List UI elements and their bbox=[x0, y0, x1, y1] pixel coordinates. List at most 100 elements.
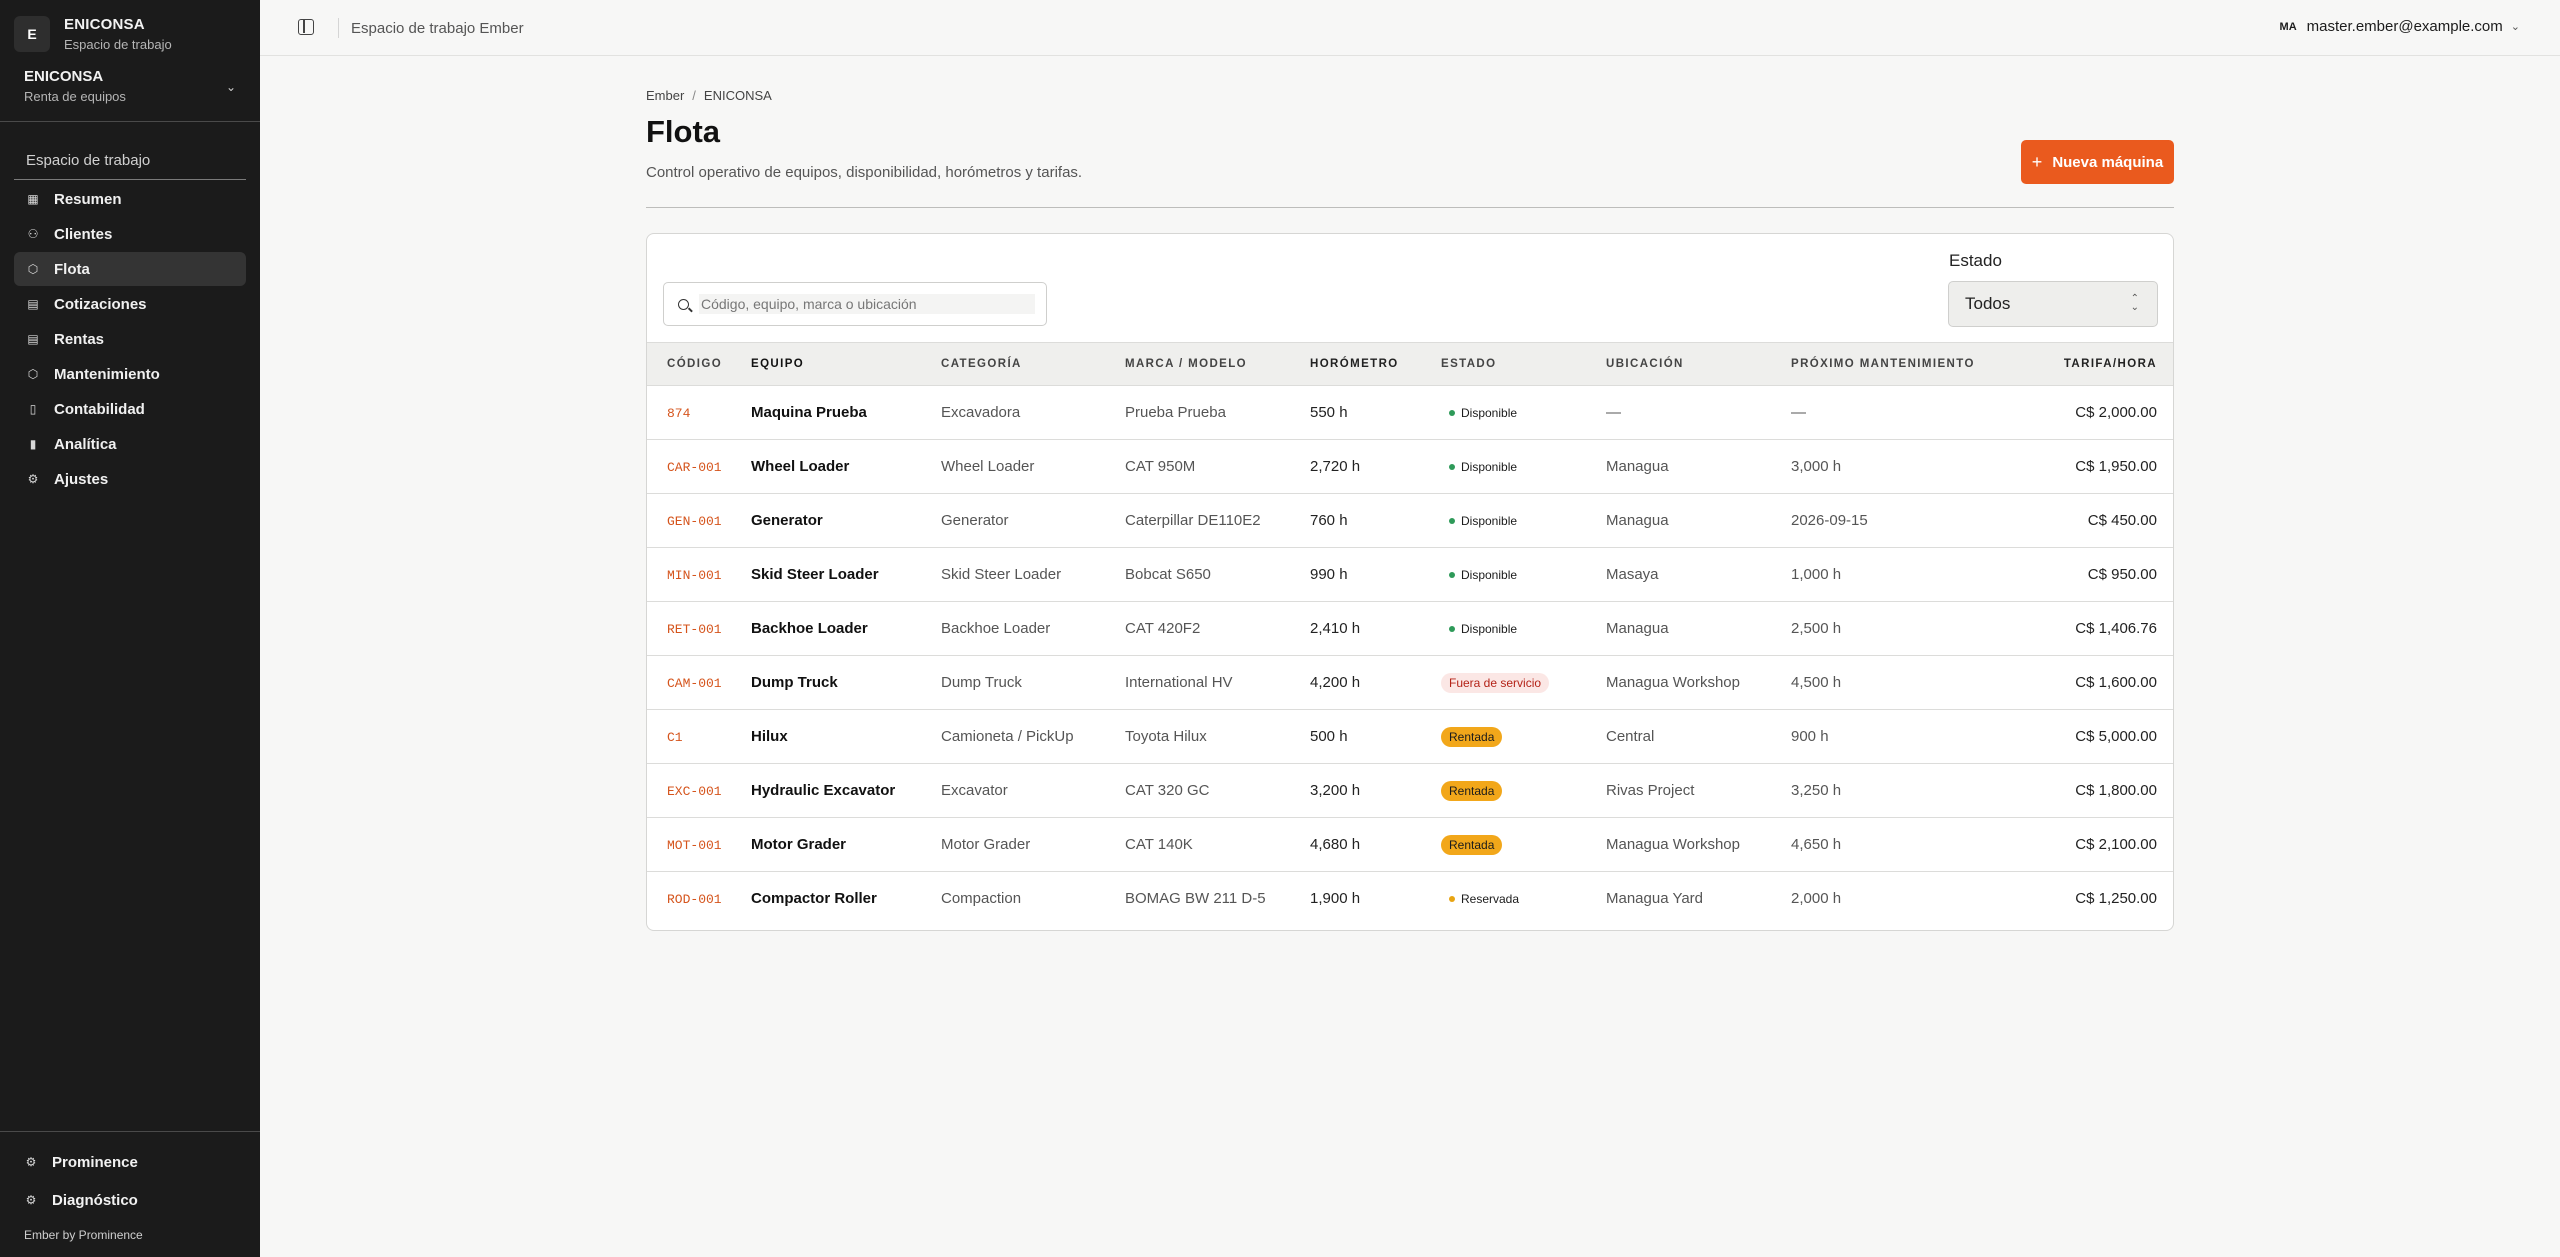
status-label: Reservada bbox=[1461, 891, 1520, 906]
machine-code-link[interactable]: MOT-001 bbox=[667, 838, 722, 853]
sidebar-item-cotizaciones[interactable]: ▤ Cotizaciones bbox=[14, 287, 246, 321]
sidebar-item-contabilidad[interactable]: ▯ Contabilidad bbox=[14, 392, 246, 426]
status-label: Fuera de servicio bbox=[1449, 675, 1542, 690]
sidebar-item-analitica[interactable]: ▮ Analítica bbox=[14, 427, 246, 461]
sidebar-item-mantenimiento[interactable]: ⬡ Mantenimiento bbox=[14, 357, 246, 391]
machine-code-link[interactable]: RET-001 bbox=[667, 622, 722, 637]
search-box[interactable] bbox=[663, 282, 1047, 326]
sidebar-toggle-icon[interactable] bbox=[298, 19, 314, 35]
cell-category: Backhoe Loader bbox=[941, 620, 1051, 637]
column-header-next-maintenance[interactable]: PRÓXIMO MANTENIMIENTO bbox=[1791, 342, 1981, 386]
page-description: Control operativo de equipos, disponibil… bbox=[646, 164, 1083, 181]
cell-category: Compaction bbox=[941, 890, 1022, 908]
breadcrumb-item-ember[interactable]: Ember bbox=[646, 88, 684, 103]
status-badge: Rentada bbox=[1441, 726, 1503, 747]
table-row[interactable]: ROD-001 Compactor Roller Compaction BOMAG B… bbox=[647, 872, 2173, 926]
cell-code: CAM-001 bbox=[647, 656, 751, 710]
column-header-equipment[interactable]: EQUIPO bbox=[751, 342, 941, 386]
breadcrumb: Ember / ENICONSA bbox=[646, 88, 772, 103]
table-row[interactable]: EXC-001 Hydraulic Excavator Excavator CAT 3… bbox=[647, 764, 2173, 818]
cell-brand-model: Bobcat S650 bbox=[1125, 566, 1211, 583]
org-switcher[interactable]: ENICONSA Renta de equipos ⌄ bbox=[0, 60, 260, 122]
sidebar-item-ajustes[interactable]: ⚙ Ajustes bbox=[14, 462, 246, 496]
column-header-category[interactable]: CATEGORÍA bbox=[941, 342, 1125, 386]
table-row[interactable]: MOT-001 Motor Grader Motor Grader CAT 140K 4… bbox=[647, 818, 2173, 872]
status-filter-select[interactable]: Todos ⌃ ⌄ bbox=[1948, 281, 2158, 327]
cell-status: Disponible bbox=[1441, 602, 1606, 656]
column-header-status[interactable]: ESTADO bbox=[1441, 342, 1606, 386]
user-menu[interactable]: MA master.ember@example.com ⌄ bbox=[2280, 18, 2520, 35]
cell-next-maintenance: 3,000 h bbox=[1791, 458, 1842, 475]
search-icon bbox=[678, 298, 689, 310]
brand[interactable]: E ENICONSA Espacio de trabajo bbox=[14, 14, 246, 54]
table-row[interactable]: CAM-001 Dump Truck Dump Truck International… bbox=[647, 656, 2173, 710]
gear-icon: ⚙ bbox=[25, 1155, 37, 1169]
page-title: Flota bbox=[646, 114, 721, 149]
cell-hour-meter: 4,680 h bbox=[1310, 836, 1361, 853]
status-filter-value: Todos bbox=[1965, 294, 2011, 313]
cell-brand-model: Prueba Prueba bbox=[1125, 404, 1226, 421]
table-row[interactable]: RET-001 Backhoe Loader Backhoe Loader CAT 4… bbox=[647, 602, 2173, 656]
topbar-divider bbox=[338, 18, 339, 38]
machine-code-link[interactable]: GEN-001 bbox=[667, 514, 722, 529]
status-badge: Disponible bbox=[1441, 619, 1525, 639]
sidebar-item-label: Prominence bbox=[52, 1153, 138, 1171]
cell-code: ROD-001 bbox=[647, 872, 751, 926]
breadcrumb-item-org[interactable]: ENICONSA bbox=[704, 88, 772, 103]
machine-code-link[interactable]: MIN-001 bbox=[667, 568, 722, 583]
sidebar-item-rentas[interactable]: ▤ Rentas bbox=[14, 322, 246, 356]
cell-location: Managua Workshop bbox=[1606, 674, 1740, 691]
cell-equipment: Motor Grader bbox=[751, 836, 847, 853]
column-header-code[interactable]: CÓDIGO bbox=[647, 342, 751, 386]
sidebar-item-label: Contabilidad bbox=[54, 400, 145, 418]
table-row[interactable]: MIN-001 Skid Steer Loader Skid Steer Loade… bbox=[647, 548, 2173, 602]
sidebar-nav: ▦ Resumen ⚇ Clientes ⬡ Flota ▤ Cotizaciones ▤ Ren… bbox=[14, 182, 246, 497]
sidebar-item-resumen[interactable]: ▦ Resumen bbox=[14, 182, 246, 216]
cell-hour-meter: 2,720 h bbox=[1310, 458, 1361, 475]
cell-code: MOT-001 bbox=[647, 818, 751, 872]
new-machine-button[interactable]: + Nueva máquina bbox=[2021, 140, 2174, 184]
cell-status: Fuera de servicio bbox=[1441, 656, 1606, 710]
cell-brand-model: CAT 420F2 bbox=[1125, 620, 1201, 637]
table-row[interactable]: 874 Maquina Prueba Excavadora Prueba Prueba… bbox=[647, 386, 2173, 440]
status-dot-icon bbox=[1449, 625, 1455, 632]
status-badge: Reservada bbox=[1441, 889, 1527, 909]
new-machine-label: Nueva máquina bbox=[2052, 153, 2164, 171]
sidebar-item-clientes[interactable]: ⚇ Clientes bbox=[14, 217, 246, 251]
sidebar-footer-item-diagnostico[interactable]: ⚙ Diagnóstico bbox=[24, 1185, 244, 1215]
table-row[interactable]: GEN-001 Generator Generator Caterpillar DE1… bbox=[647, 494, 2173, 548]
machine-code-link[interactable]: EXC-001 bbox=[667, 784, 722, 799]
machine-code-link[interactable]: 874 bbox=[667, 406, 690, 421]
cell-code: C1 bbox=[647, 710, 751, 764]
sidebar-item-label: Diagnóstico bbox=[52, 1191, 138, 1209]
search-input[interactable] bbox=[699, 294, 1035, 314]
table-row[interactable]: C1 Hilux Camioneta / PickUp Toyota Hilux 500… bbox=[647, 710, 2173, 764]
status-badge: Disponible bbox=[1441, 403, 1525, 423]
cell-code: MIN-001 bbox=[647, 548, 751, 602]
cell-rate: C$ 1,600.00 bbox=[2075, 674, 2157, 691]
machine-code-link[interactable]: ROD-001 bbox=[667, 892, 722, 907]
cell-equipment: Hilux bbox=[751, 728, 788, 745]
file-icon: ▤ bbox=[27, 332, 39, 346]
column-header-location[interactable]: UBICACIÓN bbox=[1606, 342, 1791, 386]
machine-code-link[interactable]: C1 bbox=[667, 730, 683, 745]
table-header-row: CÓDIGO EQUIPO CATEGORÍA MARCA / MODELO H… bbox=[647, 342, 2173, 386]
column-header-hour-meter[interactable]: HORÓMETRO bbox=[1310, 342, 1441, 386]
table-row[interactable]: CAR-001 Wheel Loader Wheel Loader CAT 950M 2… bbox=[647, 440, 2173, 494]
machine-code-link[interactable]: CAM-001 bbox=[667, 676, 722, 691]
sidebar-item-flota[interactable]: ⬡ Flota bbox=[14, 252, 246, 286]
chevron-down-icon: ⌄ bbox=[2510, 21, 2520, 33]
machine-code-link[interactable]: CAR-001 bbox=[667, 460, 722, 475]
sidebar-credit: Ember by Prominence bbox=[24, 1228, 143, 1242]
gear-icon: ⚙ bbox=[27, 472, 39, 486]
sidebar: E ENICONSA Espacio de trabajo ENICONSA R… bbox=[0, 0, 260, 1257]
column-header-rate[interactable]: TARIFA/HORA bbox=[1981, 342, 2173, 386]
column-header-brand-model[interactable]: MARCA / MODELO bbox=[1125, 342, 1310, 386]
cell-code: GEN-001 bbox=[647, 494, 751, 548]
status-label: Disponible bbox=[1461, 459, 1518, 474]
cell-rate: C$ 2,100.00 bbox=[2075, 836, 2157, 853]
brand-logo: E bbox=[14, 16, 50, 52]
cell-hour-meter: 1,900 h bbox=[1310, 890, 1361, 908]
cell-location: Managua bbox=[1606, 620, 1669, 637]
sidebar-footer-item-prominence[interactable]: ⚙ Prominence bbox=[24, 1147, 244, 1177]
